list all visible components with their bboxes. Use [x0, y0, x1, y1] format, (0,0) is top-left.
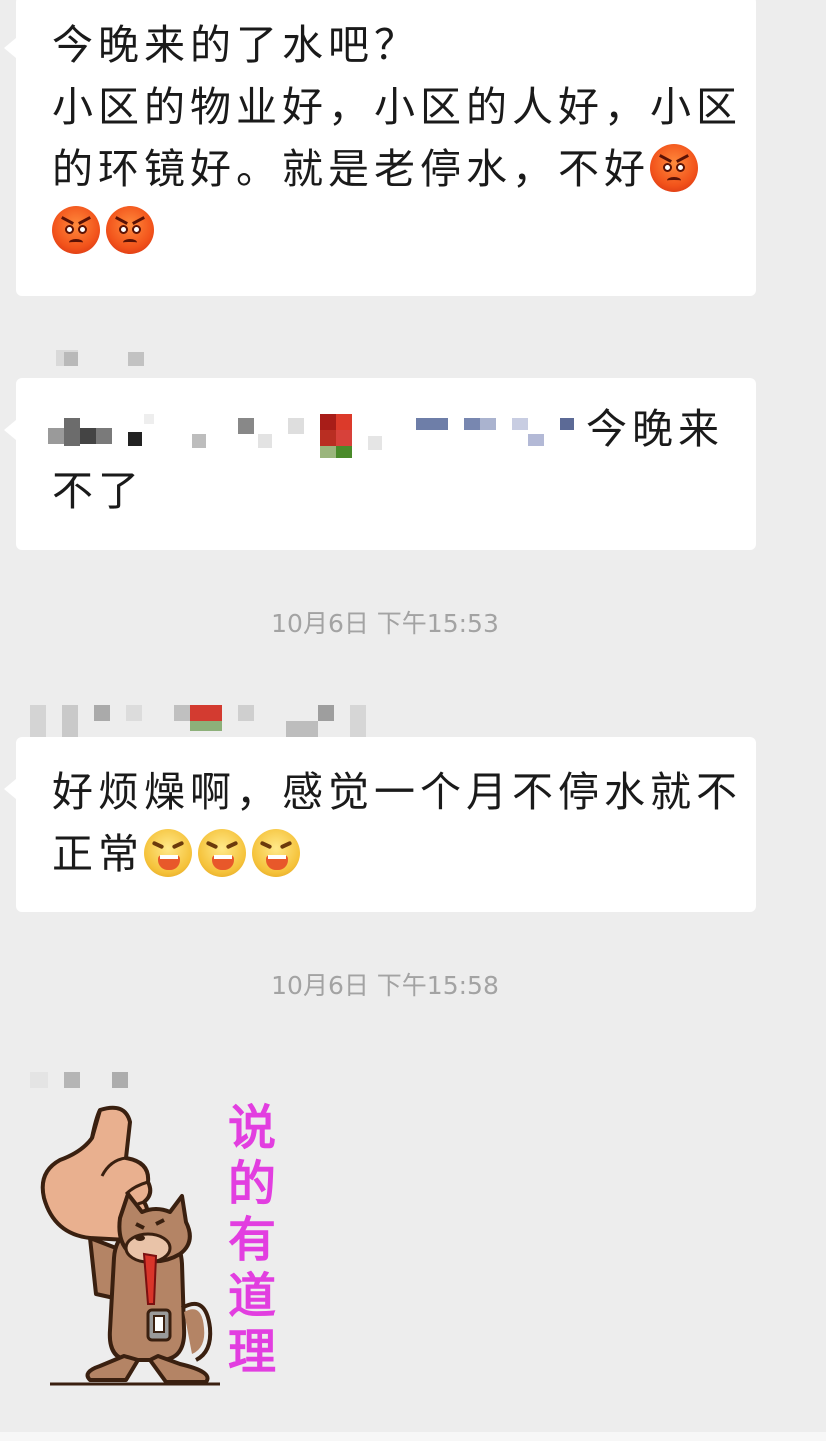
sticker-char: 有 [227, 1212, 276, 1268]
message-bubble-1[interactable]: 今晚来的了水吧？ 小区的物业好，小区的人好，小区 的环镜好。就是老停水，不好 [4, 0, 756, 296]
vomiting-face-icon [144, 829, 192, 877]
message-bubble-2[interactable]: 今晚来 不了 [4, 378, 756, 550]
bottom-edge [0, 1432, 826, 1441]
message-3-line-2-row: 正常 [52, 823, 726, 885]
angry-face-icon [52, 206, 100, 254]
sticker-char: 道 [227, 1268, 276, 1324]
message-1-line-1: 今晚来的了水吧？ [52, 21, 420, 69]
message-3-line-1: 好烦燥啊，感觉一个月不停水就不 [52, 768, 742, 816]
message-1-line-3: 的环镜好。就是老停水，不好 [52, 145, 650, 193]
vomiting-face-icon [198, 829, 246, 877]
message-bubble-3[interactable]: 好烦燥啊，感觉一个月不停水就不 正常 [4, 737, 756, 912]
message-2-visible-text: 今晚来 [586, 405, 724, 453]
vomiting-face-icon [252, 829, 300, 877]
message-1-emoji-row [52, 200, 726, 262]
sticker-caption: 说 的 有 道 理 [222, 1100, 282, 1380]
message-3-line-2: 正常 [52, 830, 144, 878]
angry-face-icon [106, 206, 154, 254]
message-1-line-2: 小区的物业好，小区的人好，小区 [52, 83, 742, 131]
timestamp: 10月6日 下午15:58 [271, 971, 499, 1000]
angry-face-icon [650, 144, 698, 192]
timestamp: 10月6日 下午15:53 [271, 609, 499, 638]
redacted-mention [48, 414, 574, 464]
sticker-char: 理 [227, 1324, 276, 1380]
message-1-line-3-row: 的环镜好。就是老停水，不好 [52, 138, 726, 200]
sticker-char: 的 [227, 1156, 276, 1212]
message-2-line-2: 不了 [52, 467, 144, 515]
sticker-char: 说 [227, 1100, 276, 1156]
